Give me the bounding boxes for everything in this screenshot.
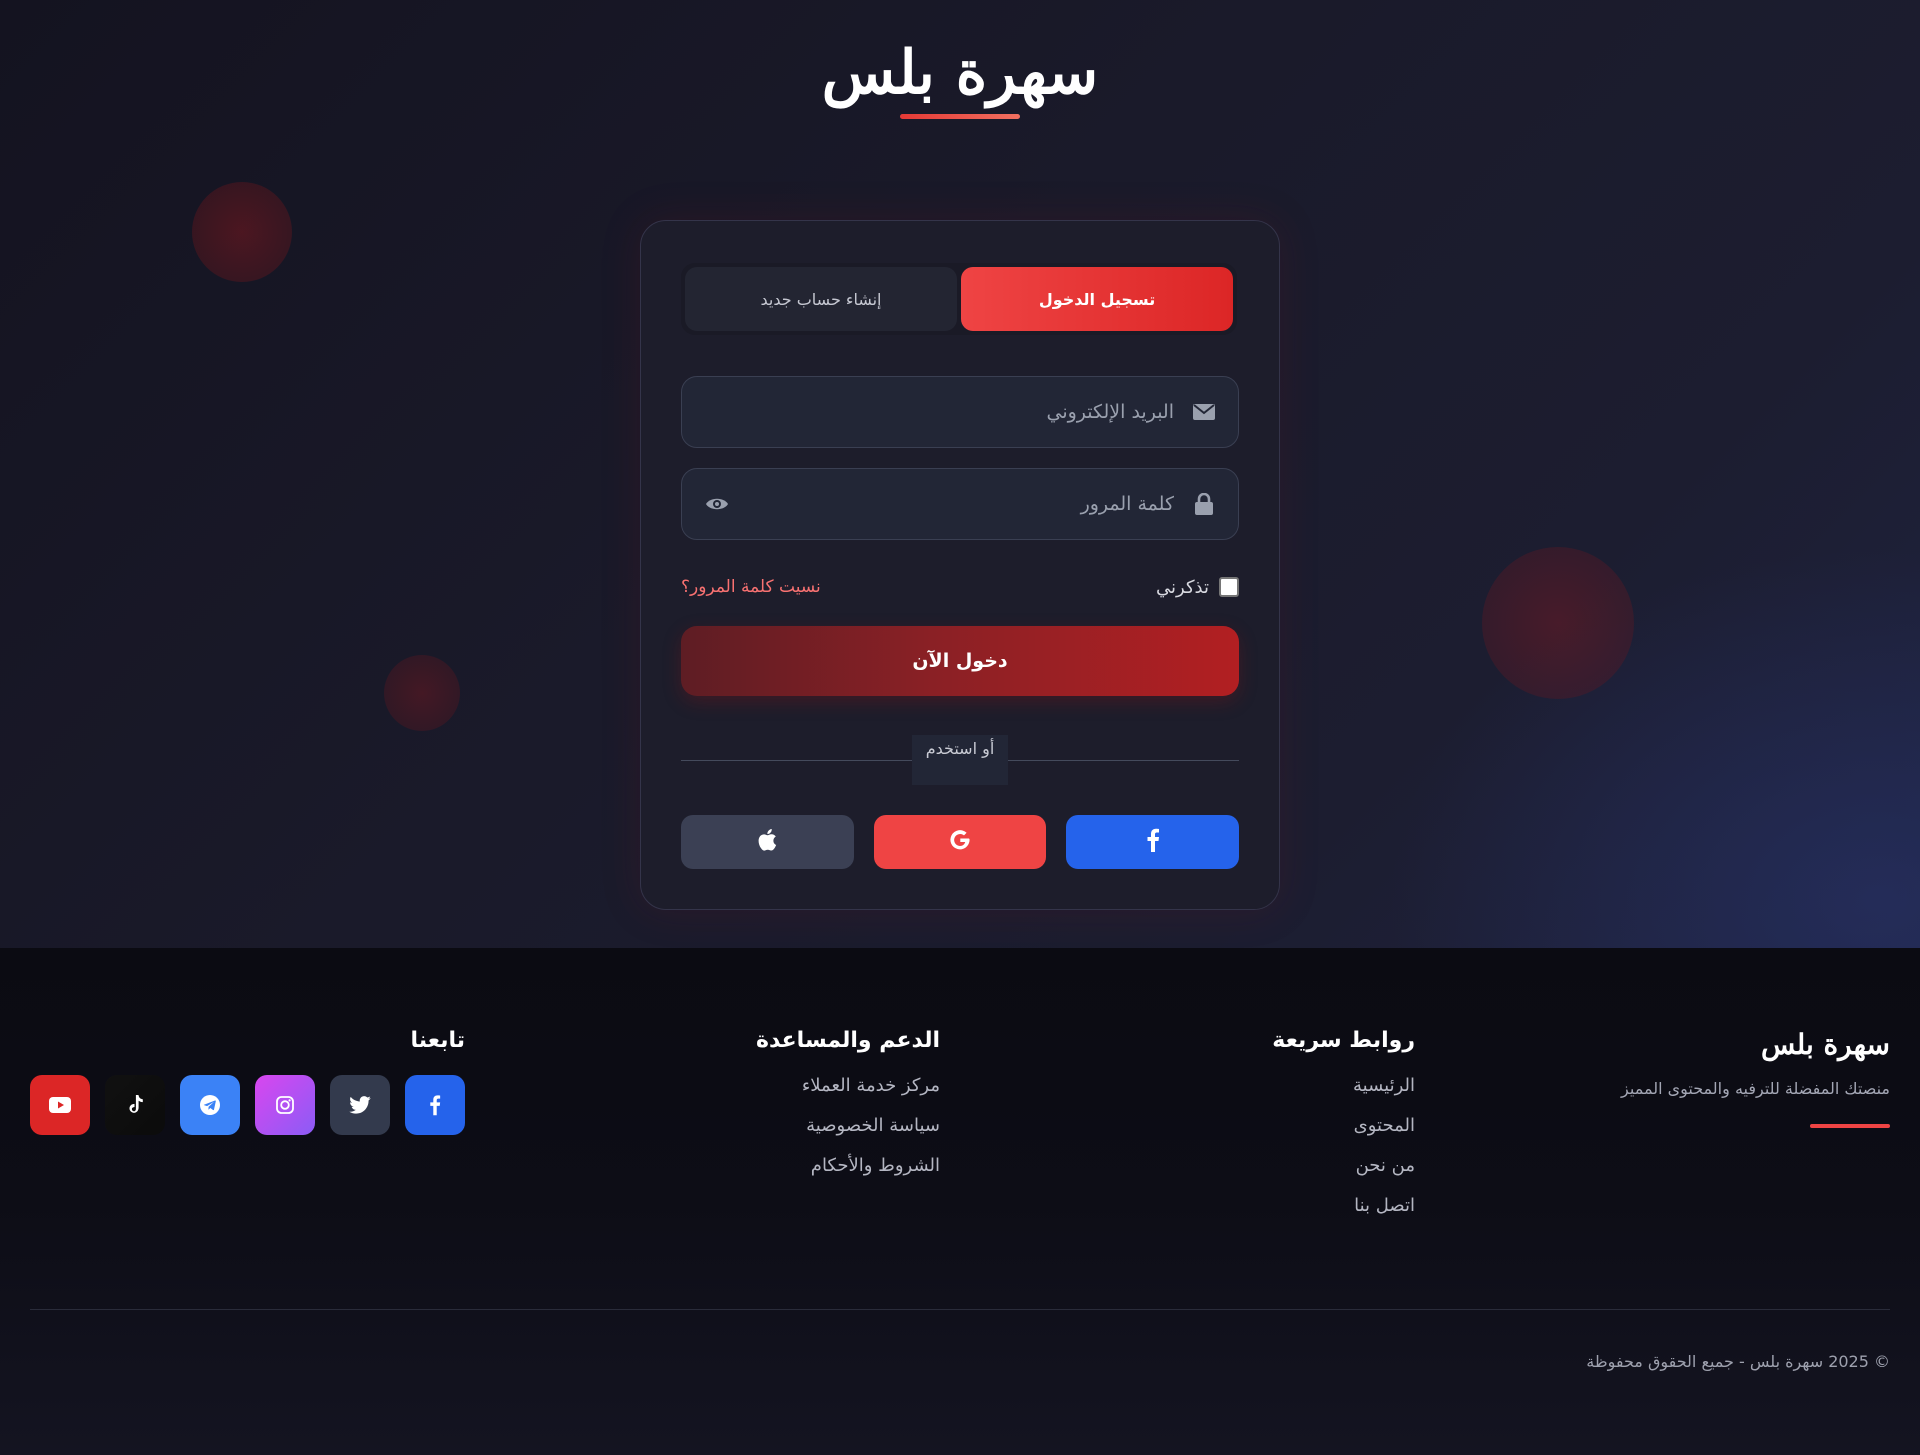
title-underline — [900, 114, 1020, 119]
tab-login[interactable]: تسجيل الدخول — [961, 267, 1233, 331]
footer-link-customer-service[interactable]: مركز خدمة العملاء — [620, 1075, 940, 1096]
decor-orb — [192, 182, 292, 282]
show-password-icon[interactable] — [704, 492, 730, 516]
hero-section: سهرة بلس تسجيل الدخول إنشاء حساب جديد ال… — [0, 0, 1920, 948]
forgot-password-link[interactable]: نسيت كلمة المرور؟ — [681, 577, 821, 597]
footer-link-content[interactable]: المحتوى — [1115, 1115, 1415, 1136]
or-divider: أو استخدم — [681, 735, 1239, 785]
footer-follow: تابعنا — [25, 1028, 465, 1135]
footer-link-about[interactable]: من نحن — [1115, 1155, 1415, 1176]
apple-login-button[interactable] — [680, 815, 854, 869]
social-login-row — [680, 815, 1239, 869]
telegram-icon[interactable] — [180, 1075, 240, 1135]
apple-icon — [757, 828, 777, 856]
tab-register[interactable]: إنشاء حساب جديد — [685, 267, 957, 331]
site-footer: سهرة بلس منصتك المفضلة للترفيه والمحتوى … — [0, 948, 1920, 1455]
google-icon — [948, 828, 972, 856]
envelope-icon — [1192, 400, 1216, 424]
youtube-icon[interactable] — [30, 1075, 90, 1135]
footer-link-home[interactable]: الرئيسية — [1115, 1075, 1415, 1096]
footer-support: الدعم والمساعدة مركز خدمة العملاء سياسة … — [620, 1028, 940, 1195]
footer-brand-underline — [1810, 1124, 1890, 1128]
remember-checkbox[interactable] — [1219, 577, 1239, 597]
decor-orb — [384, 655, 460, 731]
quick-links-heading: روابط سريعة — [1272, 1028, 1415, 1053]
footer-link-privacy[interactable]: سياسة الخصوصية — [620, 1115, 940, 1136]
login-options: تذكرني نسيت كلمة المرور؟ — [681, 571, 1239, 603]
email-field — [681, 376, 1239, 448]
footer-brand-title: سهرة بلس — [1761, 1028, 1890, 1061]
footer-link-terms[interactable]: الشروط والأحكام — [620, 1155, 940, 1176]
support-heading: الدعم والمساعدة — [755, 1028, 940, 1053]
follow-heading: تابعنا — [410, 1028, 465, 1053]
twitter-icon[interactable] — [330, 1075, 390, 1135]
copyright-text: © 2025 سهرة بلس - جميع الحقوق محفوظة — [1586, 1352, 1890, 1371]
remember-label: تذكرني — [1156, 576, 1209, 598]
footer-divider — [30, 1309, 1890, 1310]
email-input[interactable] — [704, 401, 1174, 423]
password-input[interactable] — [742, 493, 1174, 515]
facebook-icon[interactable] — [405, 1075, 465, 1135]
decor-orb — [1482, 547, 1634, 699]
lock-icon — [1192, 492, 1216, 516]
footer-link-contact[interactable]: اتصل بنا — [1115, 1195, 1415, 1216]
auth-card: تسجيل الدخول إنشاء حساب جديد تذكرني نسيت — [640, 220, 1280, 910]
facebook-icon — [1146, 828, 1160, 856]
footer-quick-links: روابط سريعة الرئيسية المحتوى من نحن اتصل… — [1115, 1028, 1415, 1235]
footer-brand-description: منصتك المفضلة للترفيه والمحتوى المميز — [1621, 1079, 1890, 1098]
instagram-icon[interactable] — [255, 1075, 315, 1135]
facebook-login-button[interactable] — [1066, 815, 1239, 869]
tiktok-icon[interactable] — [105, 1075, 165, 1135]
site-title: سهرة بلس — [821, 38, 1099, 108]
password-field — [681, 468, 1239, 540]
footer-brand: سهرة بلس منصتك المفضلة للترفيه والمحتوى … — [1560, 1028, 1890, 1128]
auth-tabs: تسجيل الدخول إنشاء حساب جديد — [681, 263, 1237, 335]
divider-text: أو استخدم — [912, 735, 1008, 785]
remember-me[interactable]: تذكرني — [1156, 577, 1239, 598]
social-icons — [25, 1075, 465, 1135]
google-login-button[interactable] — [873, 815, 1047, 869]
login-submit-button[interactable]: دخول الآن — [681, 626, 1239, 696]
